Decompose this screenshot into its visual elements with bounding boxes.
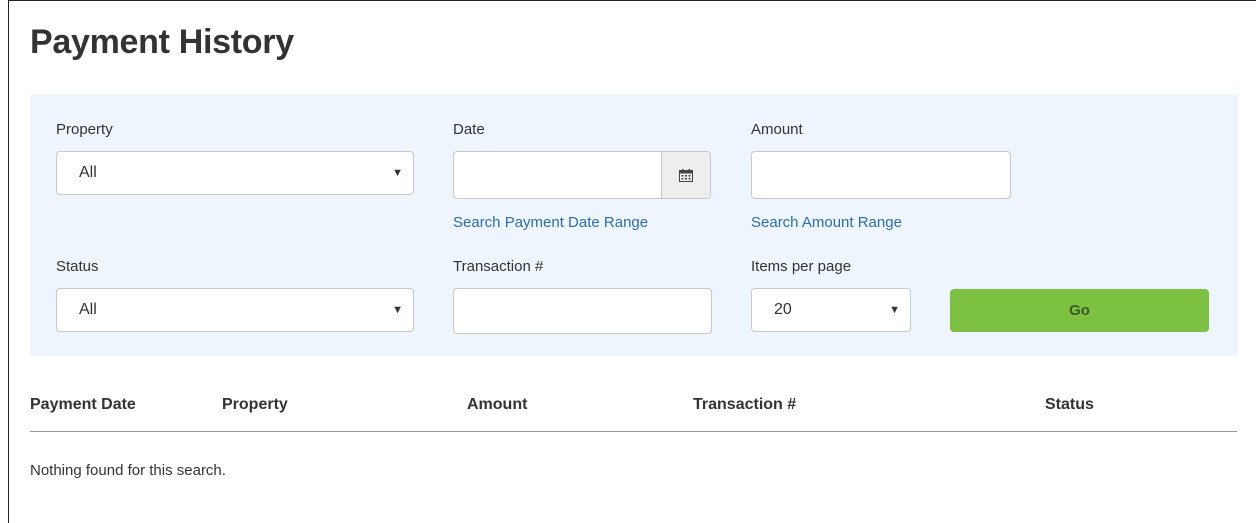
date-input[interactable] <box>453 151 661 199</box>
status-select-value: All <box>79 301 97 318</box>
calendar-icon <box>679 168 693 182</box>
column-header-status[interactable]: Status <box>1045 396 1094 414</box>
status-label: Status <box>56 258 99 275</box>
property-select[interactable]: All ▼ <box>56 151 414 195</box>
date-input-group <box>453 151 711 199</box>
column-header-amount[interactable]: Amount <box>467 396 527 414</box>
page-title: Payment History <box>30 23 294 61</box>
column-header-transaction[interactable]: Transaction # <box>693 396 796 414</box>
items-per-page-select[interactable]: 20 ▼ <box>751 288 911 332</box>
transaction-input[interactable] <box>453 288 712 334</box>
caret-down-icon: ▼ <box>392 167 403 179</box>
table-header-divider <box>30 431 1237 432</box>
transaction-label: Transaction # <box>453 258 544 275</box>
date-label: Date <box>453 121 485 138</box>
date-range-link[interactable]: Search Payment Date Range <box>453 214 648 231</box>
calendar-button[interactable] <box>661 151 711 199</box>
amount-range-link[interactable]: Search Amount Range <box>751 214 902 231</box>
caret-down-icon: ▼ <box>392 304 403 316</box>
amount-label: Amount <box>751 121 803 138</box>
caret-down-icon: ▼ <box>889 304 900 316</box>
items-per-page-value: 20 <box>774 301 792 318</box>
items-per-page-label: Items per page <box>751 258 852 275</box>
go-button[interactable]: Go <box>950 289 1209 332</box>
column-header-payment-date[interactable]: Payment Date <box>30 396 136 414</box>
column-header-property[interactable]: Property <box>222 396 288 414</box>
empty-results-message: Nothing found for this search. <box>30 462 226 479</box>
amount-input[interactable] <box>751 151 1011 199</box>
property-select-value: All <box>79 164 97 181</box>
property-label: Property <box>56 121 113 138</box>
status-select[interactable]: All ▼ <box>56 288 414 332</box>
